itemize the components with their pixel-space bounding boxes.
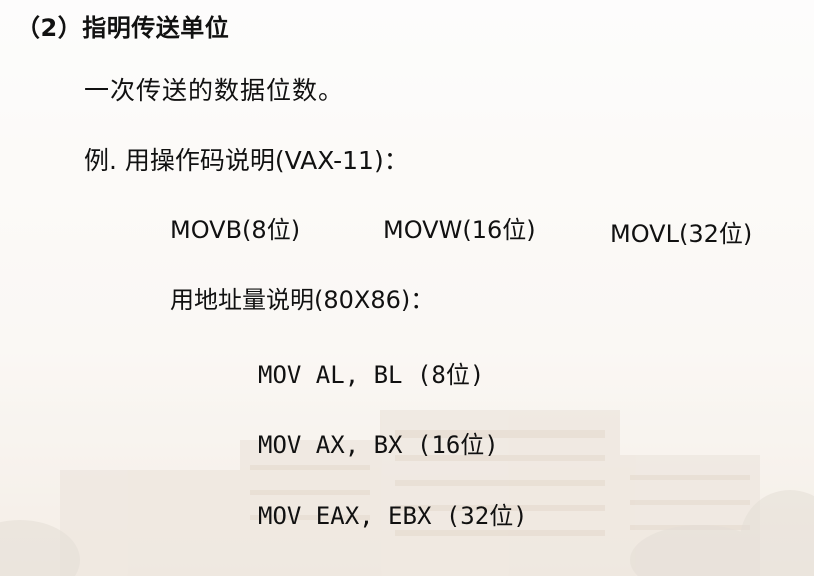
- address-intro: 用地址量说明(80X86)：: [170, 286, 435, 314]
- section-heading: （2）指明传送单位: [16, 14, 230, 42]
- instruction-32bit: MOV EAX, EBX (32位): [258, 502, 528, 530]
- instruction-16bit: MOV AX, BX (16位): [258, 431, 499, 459]
- opcode-movb: MOVB(8位): [170, 216, 301, 244]
- opcode-movl: MOVL(32位): [610, 220, 753, 248]
- opcode-movw: MOVW(16位): [383, 216, 536, 244]
- example-intro: 例. 用操作码说明(VAX-11)：: [84, 146, 409, 175]
- slide-content: （2）指明传送单位 一次传送的数据位数。 例. 用操作码说明(VAX-11)： …: [0, 0, 814, 576]
- instruction-8bit: MOV AL, BL (8位): [258, 361, 485, 389]
- description-text: 一次传送的数据位数。: [84, 76, 345, 105]
